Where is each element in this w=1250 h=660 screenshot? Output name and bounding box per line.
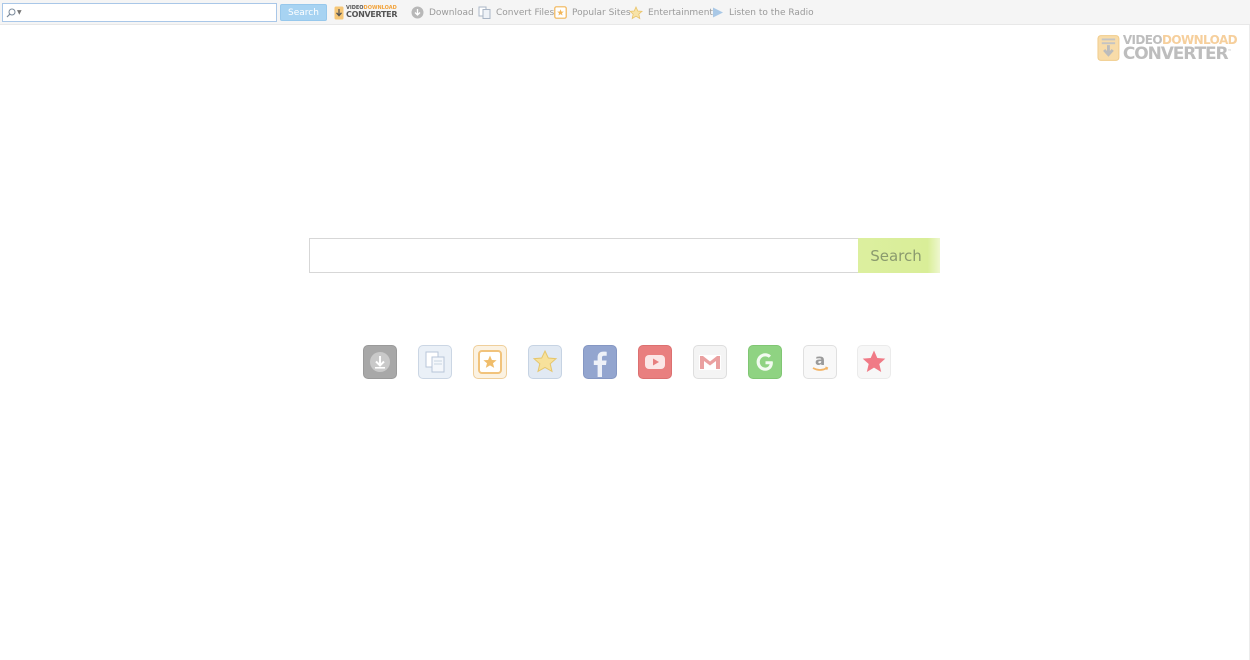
quick-link-popular-sites[interactable]: [473, 345, 507, 379]
youtube-icon: [645, 355, 665, 369]
toolbar-item-label: Listen to the Radio: [729, 7, 814, 18]
star-icon: [629, 5, 643, 20]
convert-files-icon: [425, 351, 445, 373]
main-search-box[interactable]: [309, 238, 859, 273]
toolbar-item-label: Popular Sites: [572, 7, 631, 18]
popular-sites-icon: [478, 350, 502, 374]
quick-link-youtube[interactable]: [638, 345, 672, 379]
play-icon: [710, 6, 724, 20]
main-search-input[interactable]: [310, 239, 859, 272]
toolbar-search-box[interactable]: ▼: [2, 3, 277, 22]
quick-link-facebook[interactable]: [583, 345, 617, 379]
quick-link-download[interactable]: [363, 345, 397, 379]
svg-text:a: a: [815, 351, 825, 369]
toolbar: ▼ Search VIDEODOWNLOAD CONVERTER Downloa…: [0, 0, 1250, 25]
brand-logo[interactable]: VIDEODOWNLOAD CONVERTER™: [1097, 33, 1238, 64]
download-icon: [410, 6, 424, 20]
toolbar-item-convert-files[interactable]: Convert Files: [477, 5, 554, 20]
toolbar-item-radio[interactable]: Listen to the Radio: [710, 5, 814, 20]
download-icon: [370, 352, 390, 372]
toolbar-item-download[interactable]: Download: [410, 5, 474, 20]
toolbar-item-popular-sites[interactable]: Popular Sites: [553, 5, 631, 20]
convert-files-icon: [477, 6, 491, 20]
browser-page: ▼ Search VIDEODOWNLOAD CONVERTER Downloa…: [0, 0, 1250, 660]
amazon-icon: a: [812, 351, 829, 371]
download-arrow-icon: [334, 6, 344, 19]
popular-sites-icon: [553, 6, 567, 20]
toolbar-item-label: Download: [429, 7, 474, 18]
facebook-icon: [593, 351, 607, 377]
google-icon: [756, 353, 773, 371]
toolbar-search-input[interactable]: [21, 5, 276, 20]
quick-link-google[interactable]: [748, 345, 782, 379]
toolbar-item-label: Entertainment: [648, 7, 713, 18]
toolbar-item-label: Convert Files: [496, 7, 555, 18]
download-arrow-icon: [1097, 35, 1120, 61]
main-search-button[interactable]: Search: [858, 238, 940, 273]
toolbar-logo[interactable]: VIDEODOWNLOAD CONVERTER: [334, 5, 404, 20]
toolbar-item-entertainment[interactable]: Entertainment: [629, 5, 713, 20]
toolbar-logo-line2: CONVERTER: [346, 10, 398, 19]
quick-link-gmail[interactable]: [693, 345, 727, 379]
gmail-icon: [699, 355, 721, 370]
favorites-star-icon: [532, 349, 558, 373]
bookmark-star-icon: [862, 350, 886, 372]
quick-link-amazon[interactable]: a: [803, 345, 837, 379]
quick-link-convert-files[interactable]: [418, 345, 452, 379]
brand-logo-line2: CONVERTER™: [1122, 43, 1232, 64]
quick-link-bookmarks[interactable]: [857, 345, 891, 379]
quick-link-favorites[interactable]: [528, 345, 562, 379]
toolbar-search-button[interactable]: Search: [280, 4, 327, 21]
